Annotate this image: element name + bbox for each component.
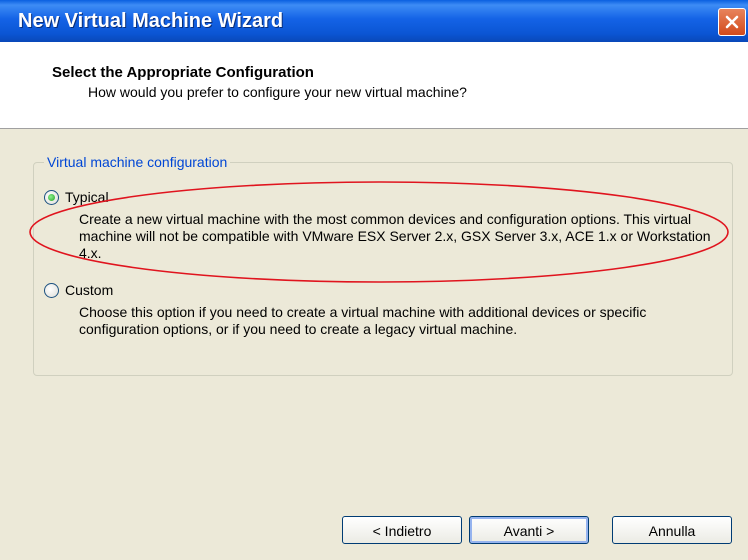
back-button[interactable]: < Indietro: [342, 516, 462, 544]
cancel-button[interactable]: Annulla: [612, 516, 732, 544]
wizard-window: New Virtual Machine Wizard Select the Ap…: [0, 0, 748, 560]
next-button[interactable]: Avanti >: [469, 516, 589, 544]
typical-description: Create a new virtual machine with the mo…: [79, 211, 711, 261]
window-title: New Virtual Machine Wizard: [18, 10, 284, 32]
custom-label[interactable]: Custom: [65, 282, 113, 298]
typical-label[interactable]: Typical: [65, 189, 109, 205]
close-button[interactable]: [718, 8, 746, 36]
close-icon: [725, 15, 739, 29]
custom-radio[interactable]: [44, 283, 59, 298]
wizard-header: Select the Appropriate Configuration How…: [0, 42, 748, 129]
radio-selected-dot: [48, 194, 55, 201]
custom-description: Choose this option if you need to create…: [79, 304, 647, 337]
title-bar[interactable]: New Virtual Machine Wizard: [0, 0, 748, 42]
groupbox-label: Virtual machine configuration: [44, 154, 231, 170]
configuration-groupbox: [33, 162, 733, 376]
page-subtitle: How would you prefer to configure your n…: [88, 84, 467, 100]
typical-radio[interactable]: [44, 190, 59, 205]
page-title: Select the Appropriate Configuration: [52, 64, 314, 81]
